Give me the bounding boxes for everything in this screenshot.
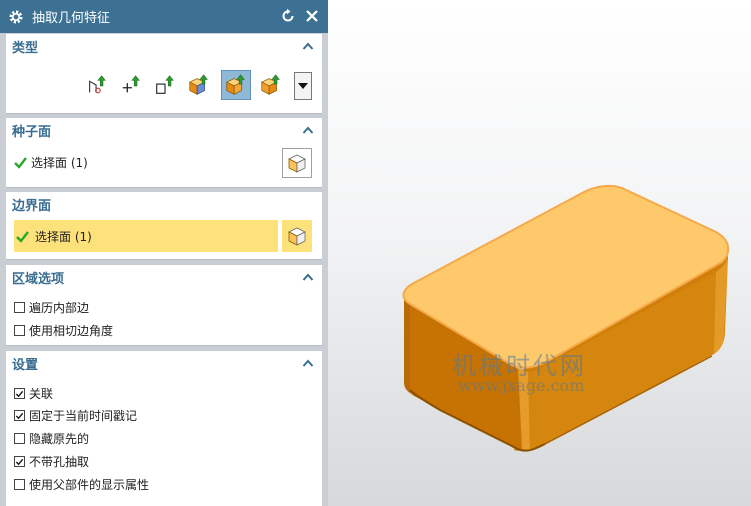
hide-original-label: 隐藏原先的 bbox=[29, 432, 90, 446]
fix-at-timestamp-label: 固定于当前时间戳记 bbox=[29, 409, 138, 423]
point-icon[interactable] bbox=[118, 72, 144, 98]
boundary-face-select-row[interactable]: 选择面 (1) bbox=[14, 220, 278, 252]
traverse-interior-edges-label: 遍历内部边 bbox=[29, 301, 90, 315]
seed-face-group-title: 种子面 bbox=[12, 124, 52, 140]
select-boundary-face-button[interactable] bbox=[282, 220, 312, 252]
extract-geometry-dialog: 抽取几何特征 类型 种子面 选择面 (1) 边界面 选择面 (1) 区域选项 遍… bbox=[0, 0, 328, 506]
extract-without-holes-checkbox[interactable] bbox=[14, 456, 25, 467]
collapse-caret-icon[interactable] bbox=[302, 41, 314, 51]
collapse-caret-icon[interactable] bbox=[302, 358, 314, 368]
boundary-face-group-header[interactable]: 边界面 bbox=[6, 192, 322, 216]
select-face-button[interactable] bbox=[282, 148, 312, 178]
traverse-interior-edges-checkbox[interactable] bbox=[14, 302, 25, 313]
watermark-url: www.jxage.com bbox=[458, 376, 585, 395]
tangent-edge-angle-checkbox[interactable] bbox=[14, 325, 25, 336]
type-group-title: 类型 bbox=[12, 40, 39, 56]
extract-without-holes-option[interactable]: 不带孔抽取 bbox=[14, 453, 89, 470]
body-icon[interactable] bbox=[186, 72, 212, 98]
settings-group: 设置 关联 固定于当前时间戳记 隐藏原先的 不带孔抽取 使用父部件的显示属性 bbox=[6, 351, 322, 506]
parent-display-properties-checkbox[interactable] bbox=[14, 479, 25, 490]
reset-icon[interactable] bbox=[280, 8, 296, 24]
face-cube-icon bbox=[288, 227, 306, 246]
collapse-caret-icon[interactable] bbox=[302, 272, 314, 282]
close-icon[interactable] bbox=[304, 8, 320, 24]
seed-face-select-row[interactable]: 选择面 (1) bbox=[14, 154, 88, 171]
tangent-edge-angle-option[interactable]: 使用相切边角度 bbox=[14, 322, 113, 339]
settings-group-header[interactable]: 设置 bbox=[6, 351, 322, 375]
hide-original-option[interactable]: 隐藏原先的 bbox=[14, 430, 89, 447]
traverse-interior-edges-option[interactable]: 遍历内部边 bbox=[14, 299, 89, 316]
tangent-edge-angle-label: 使用相切边角度 bbox=[29, 324, 114, 338]
boundary-face-group-title: 边界面 bbox=[12, 198, 52, 214]
datum-icon[interactable] bbox=[152, 72, 178, 98]
collapse-caret-icon[interactable] bbox=[302, 125, 314, 135]
dialog-title: 抽取几何特征 bbox=[32, 11, 111, 26]
seed-face-select-label: 选择面 (1) bbox=[31, 156, 88, 170]
checkmark-icon bbox=[14, 157, 27, 169]
face-icon[interactable] bbox=[258, 72, 284, 98]
hide-original-checkbox[interactable] bbox=[14, 433, 25, 444]
chevron-down-icon bbox=[298, 83, 308, 89]
composite-curve-icon[interactable] bbox=[84, 72, 110, 98]
settings-group-title: 设置 bbox=[12, 357, 39, 373]
associative-option[interactable]: 关联 bbox=[14, 385, 53, 402]
face-cube-icon bbox=[288, 154, 306, 173]
parent-display-properties-label: 使用父部件的显示属性 bbox=[29, 478, 150, 492]
associative-label: 关联 bbox=[29, 387, 54, 401]
gear-icon[interactable] bbox=[8, 9, 24, 25]
graphics-viewport[interactable] bbox=[328, 0, 751, 506]
fix-at-timestamp-option[interactable]: 固定于当前时间戳记 bbox=[14, 407, 137, 424]
type-dropdown-button[interactable] bbox=[294, 72, 312, 100]
region-options-group: 区域选项 遍历内部边 使用相切边角度 bbox=[6, 265, 322, 346]
associative-checkbox[interactable] bbox=[14, 388, 25, 399]
fix-at-timestamp-checkbox[interactable] bbox=[14, 410, 25, 421]
boundary-face-select-label: 选择面 (1) bbox=[35, 229, 92, 244]
boundary-face-group: 边界面 选择面 (1) bbox=[6, 192, 322, 260]
extract-without-holes-label: 不带孔抽取 bbox=[29, 455, 90, 469]
seed-face-group: 种子面 选择面 (1) bbox=[6, 118, 322, 188]
seed-face-group-header[interactable]: 种子面 bbox=[6, 118, 322, 142]
dialog-title-bar[interactable]: 抽取几何特征 bbox=[0, 0, 328, 33]
parent-display-properties-option[interactable]: 使用父部件的显示属性 bbox=[14, 476, 149, 493]
type-group-header[interactable]: 类型 bbox=[6, 34, 322, 58]
region-options-group-header[interactable]: 区域选项 bbox=[6, 265, 322, 289]
type-group: 类型 bbox=[6, 34, 322, 114]
checkmark-icon bbox=[16, 230, 29, 243]
region-of-faces-icon[interactable] bbox=[221, 70, 251, 100]
region-options-group-title: 区域选项 bbox=[12, 271, 65, 287]
